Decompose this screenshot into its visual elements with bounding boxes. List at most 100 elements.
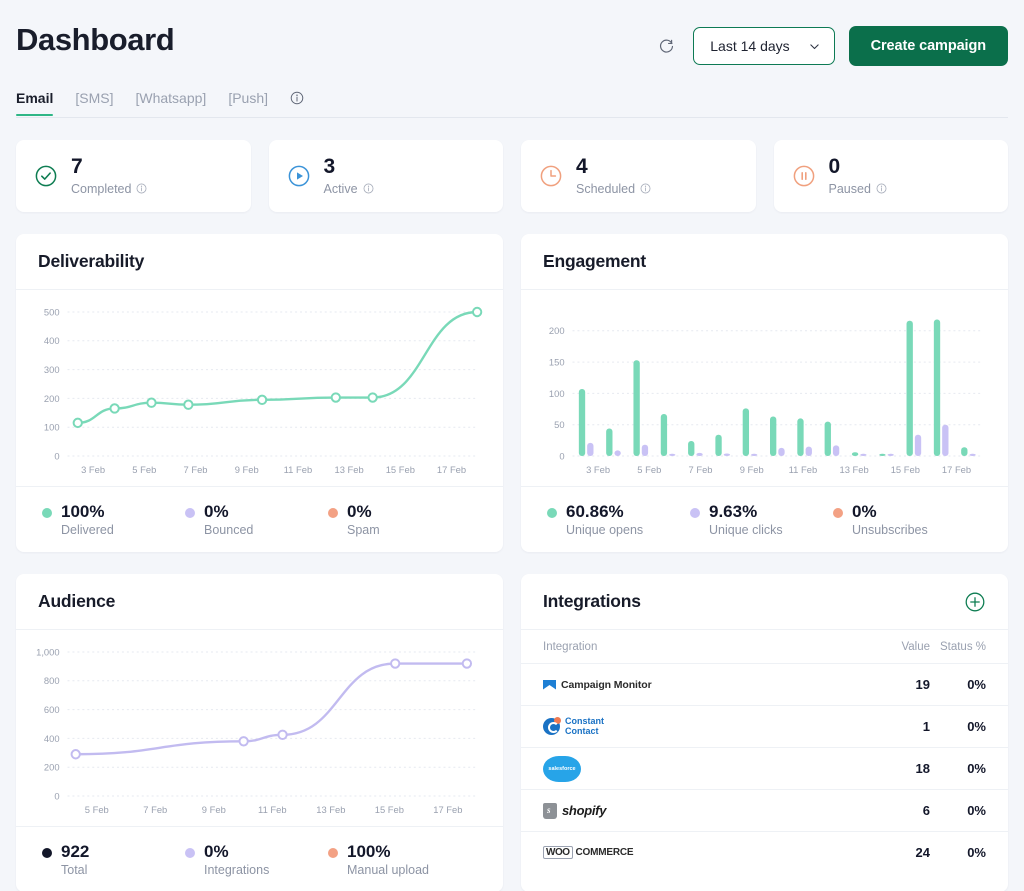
legend-item-unsubscribes: 0% Unsubscribes <box>833 502 976 537</box>
stat-card-active[interactable]: 3 Active <box>268 140 503 212</box>
svg-text:5 Feb: 5 Feb <box>132 465 156 476</box>
legend-dot <box>833 508 843 518</box>
integration-name-cell: Campaign Monitor <box>521 663 844 706</box>
integration-status: 0% <box>930 663 1008 706</box>
info-icon[interactable] <box>290 91 304 105</box>
stat-value: 7 <box>71 155 83 179</box>
table-row[interactable]: shopify 6 0% <box>521 789 1008 832</box>
column-header-status: Status % <box>930 630 1008 664</box>
legend-value: 60.86% <box>566 502 624 521</box>
tab-whatsapp[interactable]: [Whatsapp] <box>135 90 206 115</box>
stat-label: Paused <box>829 182 887 196</box>
svg-text:150: 150 <box>549 357 565 368</box>
legend-label: Integrations <box>204 863 270 877</box>
table-row[interactable]: Campaign Monitor 19 0% <box>521 663 1008 706</box>
svg-text:15 Feb: 15 Feb <box>891 465 920 476</box>
info-icon[interactable] <box>136 183 147 194</box>
svg-text:17 Feb: 17 Feb <box>437 465 466 476</box>
stat-label-text: Active <box>323 181 358 196</box>
deliverability-legend: 100% Delivered 0% Bounced 0% Spam <box>16 486 503 552</box>
integrations-panel: Integrations Integration Value Status % <box>521 574 1008 891</box>
tab-push[interactable]: [Push] <box>228 90 268 115</box>
svg-text:400: 400 <box>44 336 60 347</box>
info-icon[interactable] <box>640 183 651 194</box>
page-title: Dashboard <box>16 22 175 57</box>
info-icon[interactable] <box>876 183 887 194</box>
stat-value: 0 <box>828 155 841 179</box>
charts-row-1: Deliverability 0 100 200 300 400 500 3 Feb 5 Fe… <box>16 234 1008 552</box>
stat-cards: 7 Completed 3 Active 4 Scheduled 0 Pause… <box>16 140 1008 212</box>
legend-value: 100% <box>347 842 391 861</box>
campaign-monitor-logo: Campaign Monitor <box>543 679 652 691</box>
audience-chart[interactable]: 0 200 400 600 800 1,000 5 Feb 7 Feb 9 Feb 11 Feb 1… <box>16 630 503 826</box>
svg-text:7 Feb: 7 Feb <box>143 805 167 816</box>
integration-name: COMMERCE <box>575 847 634 859</box>
svg-text:13 Feb: 13 Feb <box>316 805 345 816</box>
panel-title: Deliverability <box>38 251 145 271</box>
svg-text:11 Feb: 11 Feb <box>284 465 313 476</box>
campaign-monitor-icon <box>543 679 556 690</box>
svg-text:11 Feb: 11 Feb <box>258 805 287 816</box>
integration-name-cell: Constant Contact <box>521 705 844 748</box>
refresh-icon <box>659 39 673 53</box>
integration-status: 0% <box>930 789 1008 832</box>
svg-text:9 Feb: 9 Feb <box>740 465 764 476</box>
svg-text:15 Feb: 15 Feb <box>386 465 415 476</box>
date-range-select[interactable]: Last 14 days <box>693 27 835 65</box>
constant-contact-icon <box>543 717 561 735</box>
info-icon[interactable] <box>363 183 374 194</box>
legend-dot <box>42 508 52 518</box>
deliverability-chart[interactable]: 0 100 200 300 400 500 3 Feb 5 Feb 7 Feb 9 Feb 11 F… <box>16 290 503 486</box>
legend-label: Delivered <box>61 523 114 537</box>
svg-text:0: 0 <box>559 451 564 462</box>
svg-text:7 Feb: 7 Feb <box>184 465 208 476</box>
legend-label: Bounced <box>204 523 254 537</box>
stat-card-scheduled[interactable]: 4 Scheduled <box>521 140 756 212</box>
stat-card-paused[interactable]: 0 Paused <box>773 140 1008 212</box>
legend-label: Manual upload <box>347 863 430 877</box>
charts-row-2: Audience 0 200 400 600 800 1,000 5 Feb 7 Feb 9 F… <box>16 574 1008 891</box>
audience-legend: 922 Total 0% Integrations 100% Manual up… <box>16 826 503 891</box>
date-range-label: Last 14 days <box>710 38 790 54</box>
deliverability-panel: Deliverability 0 100 200 300 400 500 3 Feb 5 Fe… <box>16 234 503 552</box>
tab-email[interactable]: Email <box>16 90 54 116</box>
refresh-button[interactable] <box>653 33 679 59</box>
woocommerce-logo: WOO COMMERCE <box>543 846 634 860</box>
table-row[interactable]: salesforce 18 0% <box>521 747 1008 790</box>
table-row[interactable]: Constant Contact 1 0% <box>521 705 1008 748</box>
legend-dot <box>328 848 338 858</box>
legend-value: 922 <box>61 842 90 861</box>
svg-text:7 Feb: 7 Feb <box>689 465 713 476</box>
svg-text:0: 0 <box>54 791 59 802</box>
create-campaign-button[interactable]: Create campaign <box>848 26 1008 66</box>
stat-value: 4 <box>576 155 588 179</box>
plus-circle-icon[interactable] <box>964 591 986 613</box>
deliverability-header: Deliverability <box>16 234 503 290</box>
legend-value: 0% <box>852 502 877 521</box>
legend-dot <box>328 508 338 518</box>
panel-title: Audience <box>38 591 116 611</box>
legend-dot <box>42 848 52 858</box>
stat-value: 3 <box>323 155 336 179</box>
stat-label: Active <box>324 182 374 196</box>
legend-label: Unsubscribes <box>852 523 928 537</box>
stat-card-completed[interactable]: 7 Completed <box>16 140 251 212</box>
legend-item-bounced: 0% Bounced <box>185 502 328 537</box>
stat-label-text: Completed <box>71 181 132 196</box>
chevron-down-icon <box>809 43 819 49</box>
engagement-chart[interactable]: 0 50 100 150 200 3 Feb 5 Feb 7 Feb 9 Feb 11 Feb 13… <box>521 290 1008 486</box>
engagement-header: Engagement <box>521 234 1008 290</box>
legend-item-spam: 0% Spam <box>328 502 471 537</box>
svg-text:17 Feb: 17 Feb <box>942 465 971 476</box>
svg-text:13 Feb: 13 Feb <box>840 465 869 476</box>
tab-sms[interactable]: [SMS] <box>75 90 113 115</box>
table-row[interactable]: WOO COMMERCE 24 0% <box>521 832 1008 874</box>
stat-label-text: Scheduled <box>576 181 636 196</box>
integration-status: 0% <box>930 705 1008 748</box>
engagement-legend: 60.86% Unique opens 9.63% Unique clicks … <box>521 486 1008 552</box>
legend-label: Unique clicks <box>709 523 783 537</box>
stat-label-text: Paused <box>828 181 871 196</box>
integration-value: 24 <box>915 845 930 861</box>
legend-label: Unique opens <box>566 523 644 537</box>
svg-text:1,000: 1,000 <box>36 647 59 658</box>
